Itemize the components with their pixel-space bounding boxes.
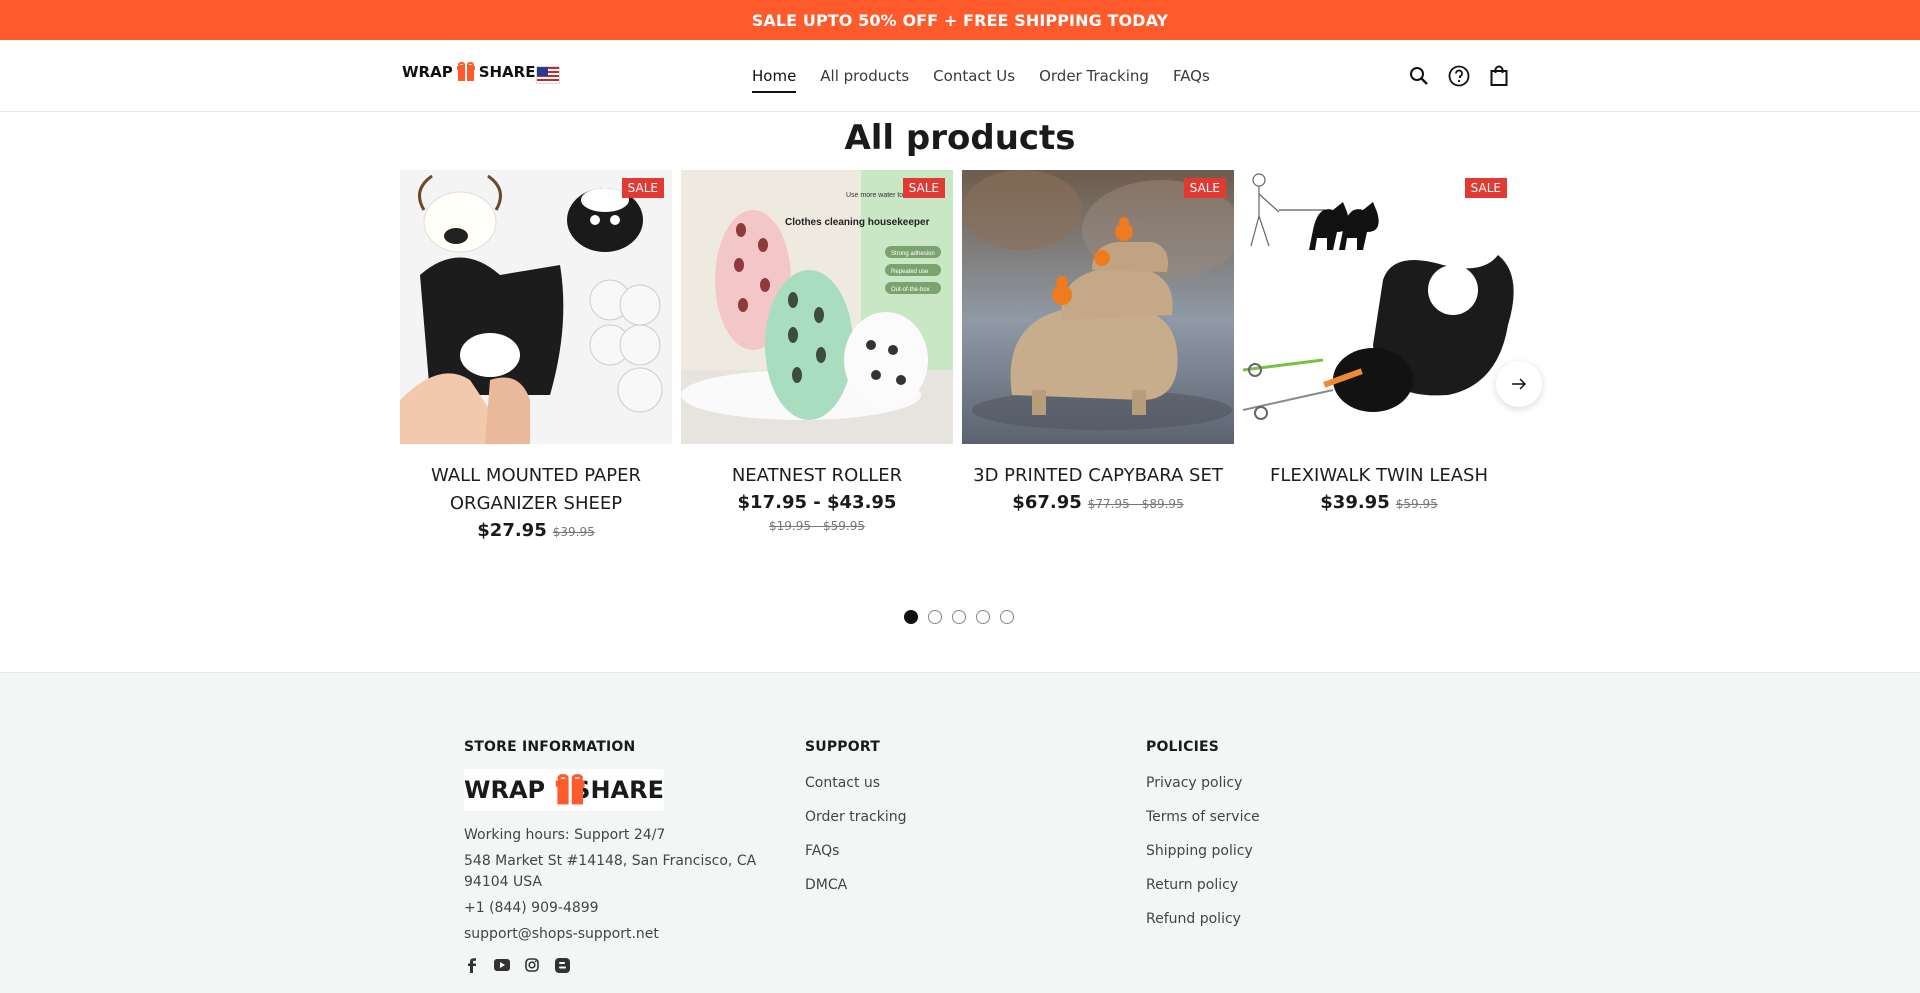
footer-heading: STORE INFORMATION — [464, 739, 636, 755]
footer-heading: POLICIES — [1146, 739, 1220, 755]
carousel-dot-2[interactable] — [928, 610, 942, 624]
image-caption-heading: Clothes cleaning housekeeper — [785, 217, 930, 228]
main-nav: Home All products Contact Us Order Track… — [752, 40, 1210, 112]
product-card[interactable]: SALE FLEXIWALK TWIN LEASH $39.95 $59.95 — [1243, 170, 1515, 541]
working-hours: Working hours: Support 24/7 — [464, 827, 666, 843]
compare-price: $19.95 - $59.95 — [769, 519, 865, 533]
product-title[interactable]: WALL MOUNTED PAPER ORGANIZER SHEEP — [400, 462, 672, 518]
compare-price: $77.95 - $89.95 — [1087, 497, 1184, 511]
announcement-text: SALE UPTO 50% OFF + FREE SHIPPING TODAY — [751, 10, 1169, 30]
product-price: $39.95 — [1320, 492, 1390, 513]
product-image-sheep-organizer[interactable]: SALE — [400, 170, 672, 444]
logo-text-right: SHARE — [478, 63, 536, 81]
blogger-icon[interactable] — [554, 957, 570, 973]
store-phone: +1 (844) 909-4899 — [464, 900, 599, 916]
product-title[interactable]: 3D PRINTED CAPYBARA SET — [962, 462, 1234, 490]
carousel-dot-3[interactable] — [952, 610, 966, 624]
footer-heading: SUPPORT — [805, 739, 880, 755]
nav-home[interactable]: Home — [752, 59, 797, 93]
carousel-dot-5[interactable] — [1000, 610, 1014, 624]
footer-logo: WRAP SHARE — [464, 769, 664, 811]
footer-logo-text-right: SHARE — [573, 776, 664, 804]
footer-link-privacy-policy[interactable]: Privacy policy — [1146, 775, 1260, 791]
product-title[interactable]: FLEXIWALK TWIN LEASH — [1243, 462, 1515, 490]
us-flag-icon[interactable] — [536, 66, 560, 84]
store-logo[interactable]: WRAP SHARE — [402, 62, 535, 82]
instagram-icon[interactable] — [524, 957, 540, 973]
image-tag-3: Out-of-the-box — [891, 287, 930, 293]
logo-text-left: WRAP — [402, 63, 453, 81]
site-header: WRAP SHARE Home All products Contact Us … — [0, 40, 1920, 112]
product-image-capybara-set[interactable]: SALE — [962, 170, 1234, 444]
product-price: $67.95 — [1012, 492, 1082, 513]
search-icon[interactable] — [1408, 65, 1430, 87]
nav-all-products[interactable]: All products — [820, 59, 909, 93]
footer-link-dmca[interactable]: DMCA — [805, 877, 907, 893]
image-tag-1: Strong adhesion — [891, 251, 935, 257]
store-address: 548 Market St #14148, San Francisco, CA … — [464, 853, 757, 890]
store-email: support@shops-support.net — [464, 926, 659, 942]
nav-order-tracking[interactable]: Order Tracking — [1039, 59, 1149, 93]
product-image-neatnest-roller[interactable]: Use more water to remove Clothes cleanin… — [681, 170, 953, 444]
footer-store-info: STORE INFORMATION WRAP SHARE Working hou… — [464, 739, 784, 973]
product-card[interactable]: SALE 3D PRINTED CAPYBARA SET $67.95 $77.9… — [962, 170, 1234, 541]
nav-contact-us[interactable]: Contact Us — [933, 59, 1015, 93]
footer-policies: POLICIES Privacy policy Terms of service… — [1146, 739, 1260, 945]
arrow-right-icon — [1511, 375, 1527, 394]
footer-link-order-tracking[interactable]: Order tracking — [805, 809, 907, 825]
sale-badge: SALE — [621, 178, 664, 198]
carousel-pagination — [904, 610, 1014, 624]
carousel-dot-1[interactable] — [904, 610, 918, 624]
sale-badge: SALE — [1464, 178, 1507, 198]
compare-price: $59.95 — [1395, 497, 1438, 511]
facebook-icon[interactable] — [464, 957, 480, 973]
footer-link-shipping-policy[interactable]: Shipping policy — [1146, 843, 1260, 859]
image-tag-2: Repeated use — [891, 269, 929, 275]
carousel-next-button[interactable] — [1496, 361, 1542, 407]
gift-icon — [555, 774, 585, 806]
gift-icon — [456, 62, 475, 82]
help-icon[interactable] — [1448, 65, 1470, 87]
section-title: All products — [844, 118, 1076, 158]
sale-badge: SALE — [902, 178, 945, 198]
youtube-icon[interactable] — [494, 957, 510, 973]
footer-logo-text-left: WRAP — [464, 776, 546, 804]
carousel-dot-4[interactable] — [976, 610, 990, 624]
footer-link-contact-us[interactable]: Contact us — [805, 775, 907, 791]
product-card[interactable]: SALE WALL MOUNTED PAPER ORGANIZER SHEEP … — [400, 170, 672, 541]
footer-link-terms-of-service[interactable]: Terms of service — [1146, 809, 1260, 825]
product-price: $27.95 — [477, 520, 547, 541]
announcement-bar: SALE UPTO 50% OFF + FREE SHIPPING TODAY — [0, 0, 1920, 40]
footer-link-refund-policy[interactable]: Refund policy — [1146, 911, 1260, 927]
product-image-flexiwalk-leash[interactable]: SALE — [1243, 170, 1515, 444]
social-links — [464, 957, 784, 973]
footer-link-faqs[interactable]: FAQs — [805, 843, 907, 859]
cart-bag-icon[interactable] — [1488, 65, 1510, 87]
footer-link-return-policy[interactable]: Return policy — [1146, 877, 1260, 893]
compare-price: $39.95 — [552, 525, 595, 539]
footer-support: SUPPORT Contact us Order tracking FAQs D… — [805, 739, 907, 911]
site-footer: STORE INFORMATION WRAP SHARE Working hou… — [0, 672, 1920, 993]
sale-badge: SALE — [1183, 178, 1226, 198]
header-actions — [1408, 40, 1510, 112]
product-title[interactable]: NEATNEST ROLLER — [681, 462, 953, 490]
product-carousel: SALE WALL MOUNTED PAPER ORGANIZER SHEEP … — [400, 170, 1520, 541]
nav-faqs[interactable]: FAQs — [1173, 59, 1210, 93]
product-card[interactable]: Use more water to remove Clothes cleanin… — [681, 170, 953, 541]
product-price: $17.95 - $43.95 — [737, 492, 897, 513]
